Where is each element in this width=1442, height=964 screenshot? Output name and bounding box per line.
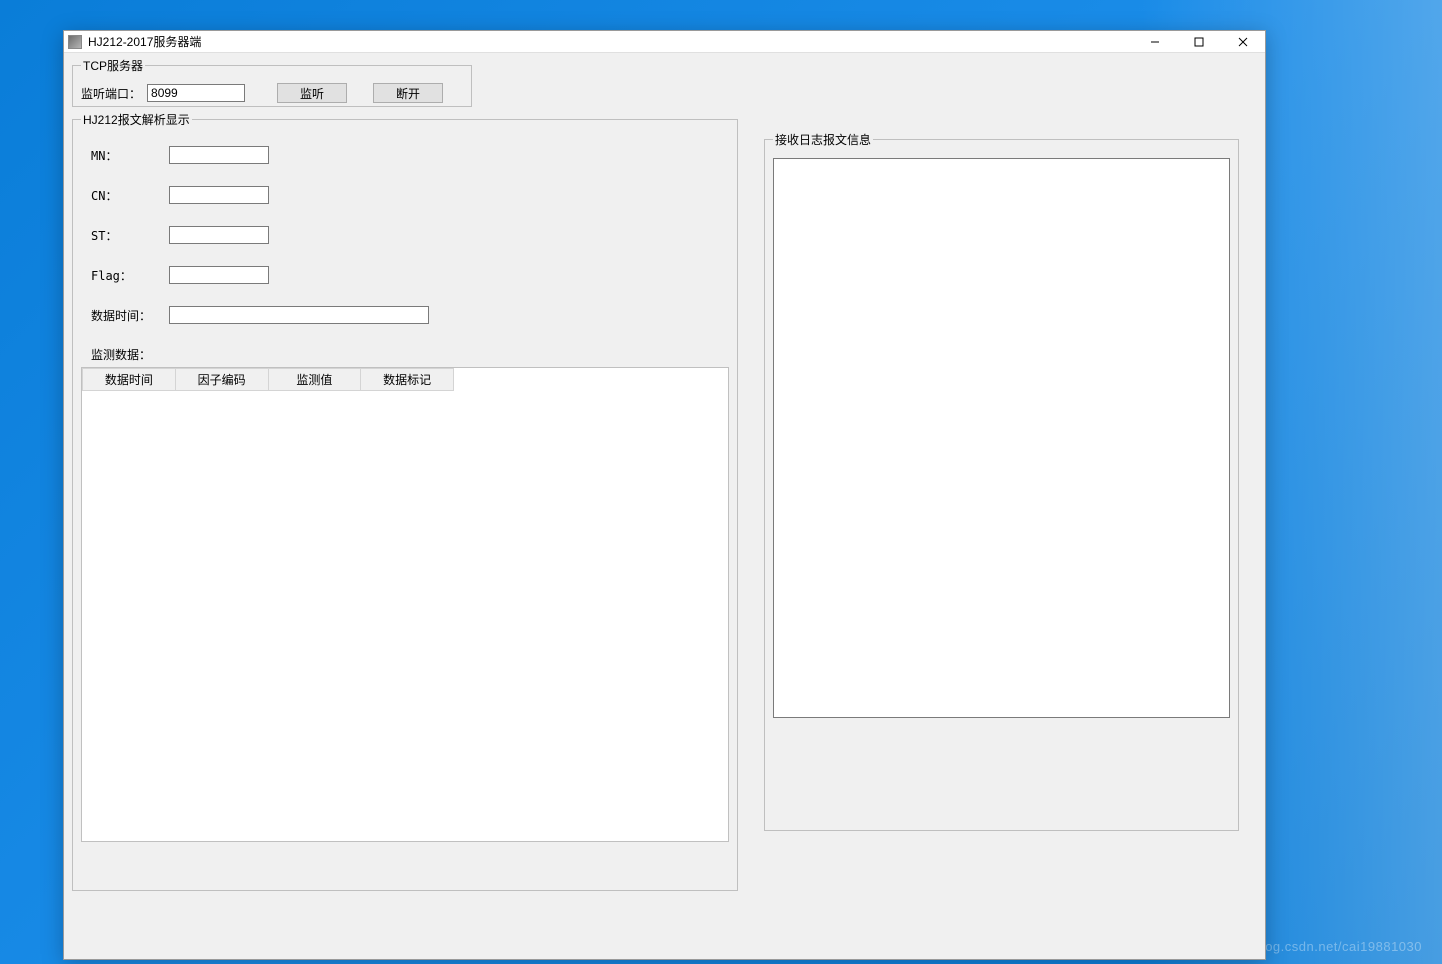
app-icon — [68, 35, 82, 49]
maximize-button[interactable] — [1177, 31, 1221, 53]
close-icon — [1238, 37, 1248, 47]
cn-input[interactable] — [169, 186, 269, 204]
log-group: 接收日志报文信息 — [764, 131, 1239, 831]
flag-input[interactable] — [169, 266, 269, 284]
app-window: HJ212-2017服务器端 TCP服务器 监听端口： 监听 断开 — [63, 30, 1266, 960]
cn-row: CN： — [91, 186, 729, 204]
datatime-label: 数据时间： — [91, 307, 169, 324]
window-controls — [1133, 31, 1265, 53]
col-flag[interactable]: 数据标记 — [361, 369, 454, 391]
st-row: ST： — [91, 226, 729, 244]
cn-label: CN： — [91, 187, 169, 204]
minimize-button[interactable] — [1133, 31, 1177, 53]
log-textarea[interactable] — [773, 158, 1230, 718]
parse-legend: HJ212报文解析显示 — [81, 111, 192, 128]
data-table-container[interactable]: 数据时间 因子编码 监测值 数据标记 — [81, 367, 729, 842]
monitor-data-label: 监测数据： — [91, 346, 729, 363]
col-factorcode[interactable]: 因子编码 — [175, 369, 268, 391]
minimize-icon — [1150, 37, 1160, 47]
mn-input[interactable] — [169, 146, 269, 164]
datatime-input[interactable] — [169, 306, 429, 324]
flag-label: Flag： — [91, 267, 169, 284]
mn-label: MN： — [91, 147, 169, 164]
window-title: HJ212-2017服务器端 — [88, 33, 201, 50]
col-value[interactable]: 监测值 — [268, 369, 361, 391]
datatime-row: 数据时间： — [91, 306, 729, 324]
listen-button[interactable]: 监听 — [277, 83, 347, 103]
client-area: TCP服务器 监听端口： 监听 断开 HJ212报文解析显示 MN： CN： S — [64, 53, 1265, 959]
parse-display-group: HJ212报文解析显示 MN： CN： ST： Flag： 数据时间： 监 — [72, 111, 738, 891]
st-input[interactable] — [169, 226, 269, 244]
disconnect-button[interactable]: 断开 — [373, 83, 443, 103]
maximize-icon — [1194, 37, 1204, 47]
st-label: ST： — [91, 227, 169, 244]
tcp-server-group: TCP服务器 监听端口： 监听 断开 — [72, 57, 472, 107]
flag-row: Flag： — [91, 266, 729, 284]
tcp-row: 监听端口： 监听 断开 — [81, 77, 443, 103]
table-header-row: 数据时间 因子编码 监测值 数据标记 — [83, 369, 454, 391]
data-table: 数据时间 因子编码 监测值 数据标记 — [82, 368, 454, 391]
close-button[interactable] — [1221, 31, 1265, 53]
titlebar[interactable]: HJ212-2017服务器端 — [64, 31, 1265, 53]
col-datatime[interactable]: 数据时间 — [83, 369, 176, 391]
port-label: 监听端口： — [81, 85, 141, 102]
tcp-legend: TCP服务器 — [81, 57, 145, 74]
mn-row: MN： — [91, 146, 729, 164]
log-legend: 接收日志报文信息 — [773, 131, 873, 148]
port-input[interactable] — [147, 84, 245, 102]
